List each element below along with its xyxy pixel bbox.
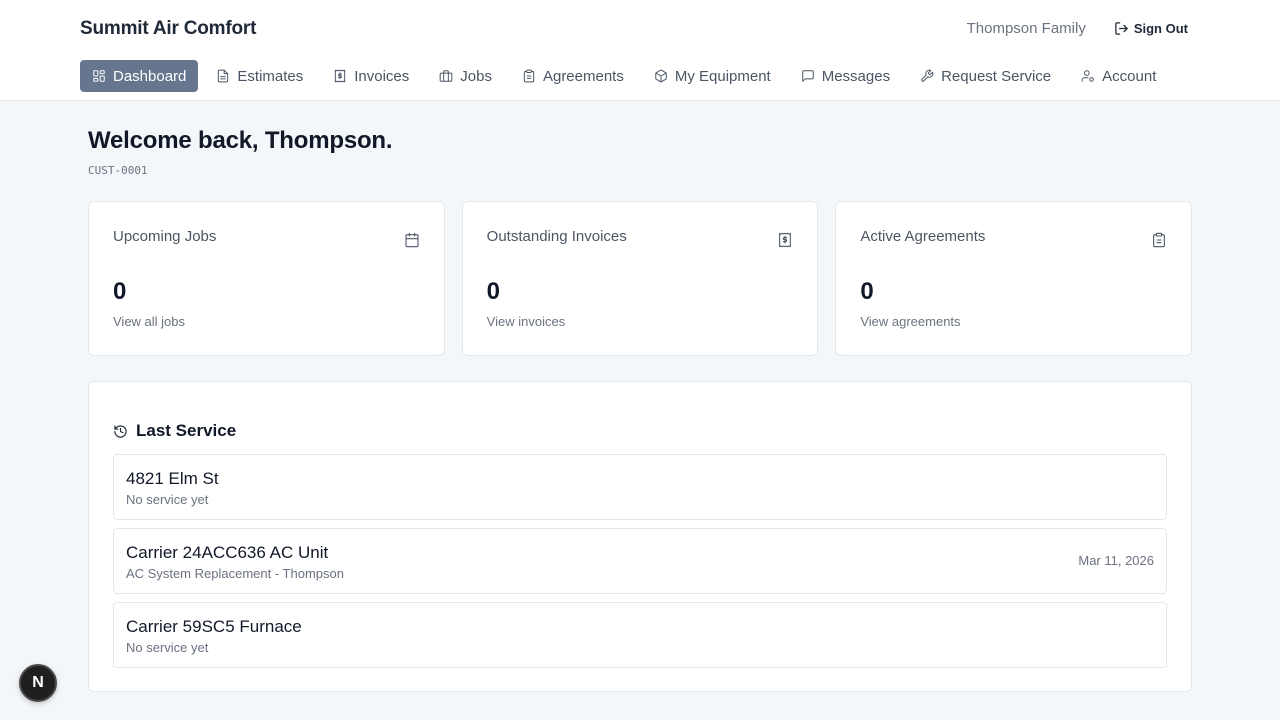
calendar-icon: [404, 232, 420, 248]
top-header: Summit Air Comfort Thompson Family Sign …: [0, 0, 1280, 101]
user-area: Thompson Family Sign Out: [967, 20, 1188, 37]
clipboard-icon: [523, 69, 535, 83]
nav-item-account[interactable]: Account: [1069, 60, 1168, 92]
view-all-jobs-link[interactable]: View all jobs: [113, 314, 185, 329]
card-upcoming-jobs: Upcoming Jobs 0 View all jobs: [88, 201, 445, 356]
message-icon: [801, 70, 814, 82]
receipt-dollar-icon: [335, 69, 346, 83]
list-item[interactable]: Carrier 24ACC636 AC Unit AC System Repla…: [113, 528, 1167, 594]
service-item-status: No service yet: [126, 492, 209, 507]
list-item[interactable]: Carrier 59SC5 Furnace No service yet: [113, 602, 1167, 668]
card-title: Upcoming Jobs: [113, 228, 217, 245]
service-list: 4821 Elm St No service yet Carrier 24ACC…: [113, 454, 1167, 668]
nav-item-invoices[interactable]: Invoices: [321, 60, 421, 92]
customer-id: CUST-0001: [88, 164, 148, 177]
panel-title: Last Service: [136, 421, 237, 440]
wrench-icon: [921, 69, 934, 82]
view-invoices-link[interactable]: View invoices: [487, 314, 566, 329]
page-title: Welcome back, Thompson.: [88, 127, 393, 154]
nav-label: Account: [1102, 67, 1157, 85]
panel-header: Last Service: [113, 382, 1167, 454]
nav-label: Jobs: [460, 67, 492, 85]
summary-cards: Upcoming Jobs 0 View all jobs Outstandin…: [88, 201, 1193, 356]
clipboard-icon: [1151, 232, 1167, 248]
history-icon: [114, 424, 127, 438]
card-value: 0: [486, 278, 501, 305]
nav-label: Dashboard: [113, 67, 187, 85]
card-outstanding-invoices: Outstanding Invoices 0 View invoices: [461, 201, 819, 356]
user-name: Thompson Family: [966, 20, 1086, 37]
sign-out-button[interactable]: Sign Out: [1114, 21, 1188, 36]
briefcase-icon: [439, 70, 453, 82]
nav-label: Estimates: [237, 67, 304, 85]
card-title: Outstanding Invoices: [486, 228, 627, 245]
card-active-agreements: Active Agreements 0 View agreements: [835, 201, 1193, 356]
nav-item-request-service[interactable]: Request Service: [908, 60, 1063, 92]
nav-label: Invoices: [354, 67, 410, 85]
service-item-name: 4821 Elm St: [126, 469, 219, 488]
nav-item-messages[interactable]: Messages: [789, 60, 902, 92]
user-settings-icon: [1081, 70, 1094, 82]
grid-icon: [93, 70, 105, 82]
nav-label: Agreements: [542, 67, 624, 85]
nav-item-agreements[interactable]: Agreements: [510, 60, 636, 92]
nav-label: Request Service: [941, 67, 1052, 85]
document-icon: [218, 69, 229, 83]
service-item-date: Mar 11, 2026: [1078, 553, 1154, 568]
service-item-status: AC System Replacement - Thompson: [126, 566, 344, 581]
main-nav: Dashboard Estimates Invoices Jobs Agreem…: [80, 60, 1174, 92]
card-value: 0: [860, 278, 874, 305]
service-item-status: No service yet: [126, 640, 209, 655]
last-service-panel: Last Service 4821 Elm St No service yet …: [88, 381, 1192, 692]
nav-item-jobs[interactable]: Jobs: [427, 60, 504, 92]
nav-item-my-equipment[interactable]: My Equipment: [642, 60, 783, 92]
nav-label: My Equipment: [674, 67, 771, 85]
view-agreements-link[interactable]: View agreements: [860, 314, 960, 329]
card-value: 0: [113, 278, 127, 305]
nav-item-dashboard[interactable]: Dashboard: [80, 60, 199, 92]
service-item-name: Carrier 59SC5 Furnace: [126, 617, 302, 636]
logout-icon: [1115, 22, 1128, 35]
sign-out-label: Sign Out: [1133, 21, 1188, 36]
brand-name[interactable]: Summit Air Comfort: [80, 18, 256, 40]
nav-item-estimates[interactable]: Estimates: [204, 60, 315, 92]
receipt-dollar-icon: [777, 232, 793, 248]
card-title: Active Agreements: [860, 228, 986, 245]
service-item-name: Carrier 24ACC636 AC Unit: [126, 543, 329, 562]
dashboard-main: Welcome back, Thompson. CUST-0001 Upcomi…: [88, 101, 1193, 692]
dev-tools-badge[interactable]: N: [19, 664, 57, 702]
box-icon: [655, 69, 667, 83]
list-item[interactable]: 4821 Elm St No service yet: [113, 454, 1167, 520]
nav-label: Messages: [821, 67, 891, 85]
